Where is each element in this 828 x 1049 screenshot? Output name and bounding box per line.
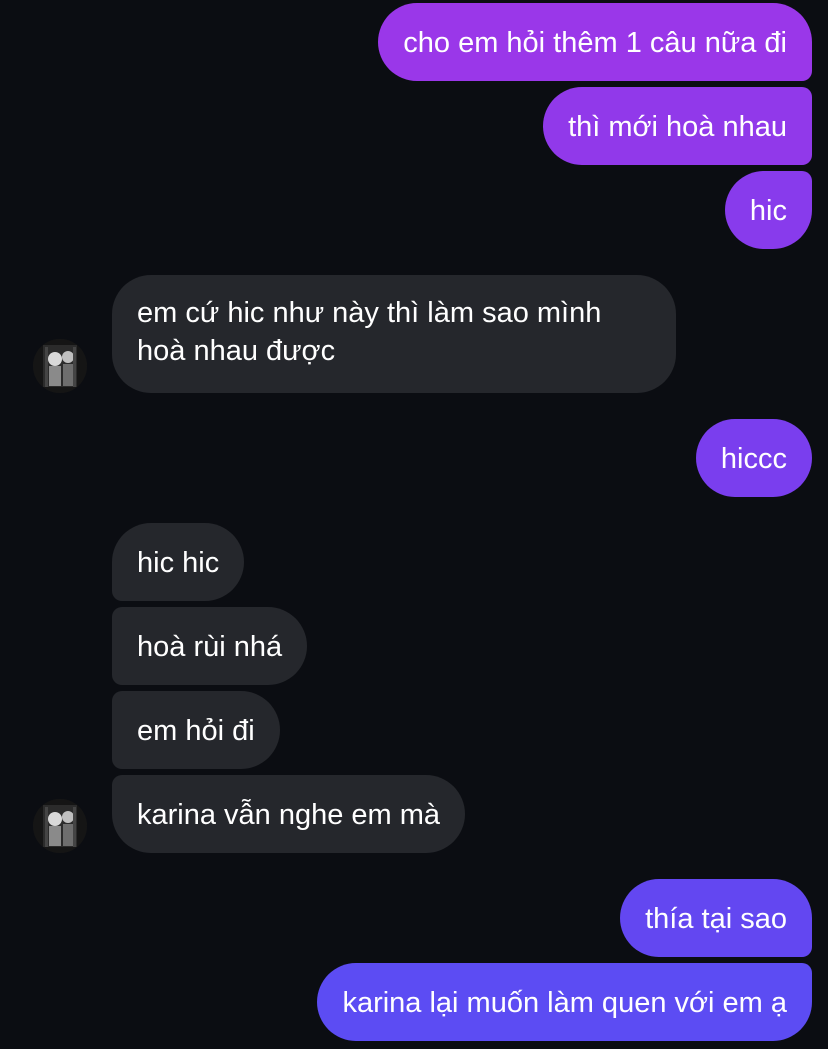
outgoing-message[interactable]: hiccc — [695, 419, 812, 497]
outgoing-message[interactable]: thía tại sao — [620, 879, 812, 957]
incoming-message[interactable]: hic hic — [112, 523, 245, 601]
contact-avatar-icon[interactable] — [33, 799, 87, 853]
outgoing-message[interactable]: cho em hỏi thêm 1 câu nữa đi — [378, 3, 812, 81]
outgoing-message[interactable]: thì mới hoà nhau — [543, 87, 812, 165]
outgoing-message[interactable]: karina lại muốn làm quen với em ạ — [317, 963, 812, 1041]
incoming-message[interactable]: hoà rùi nhá — [112, 607, 308, 685]
incoming-message[interactable]: karina vẫn nghe em mà — [112, 775, 466, 853]
contact-avatar-icon[interactable] — [33, 339, 87, 393]
incoming-message[interactable]: em hỏi đi — [112, 691, 280, 769]
outgoing-message[interactable]: hic — [724, 171, 812, 249]
incoming-message[interactable]: em cứ hic như này thì làm sao mình hoà n… — [112, 275, 676, 393]
message-thread: cho em hỏi thêm 1 câu nữa đi thì mới hoà… — [0, 0, 828, 1049]
